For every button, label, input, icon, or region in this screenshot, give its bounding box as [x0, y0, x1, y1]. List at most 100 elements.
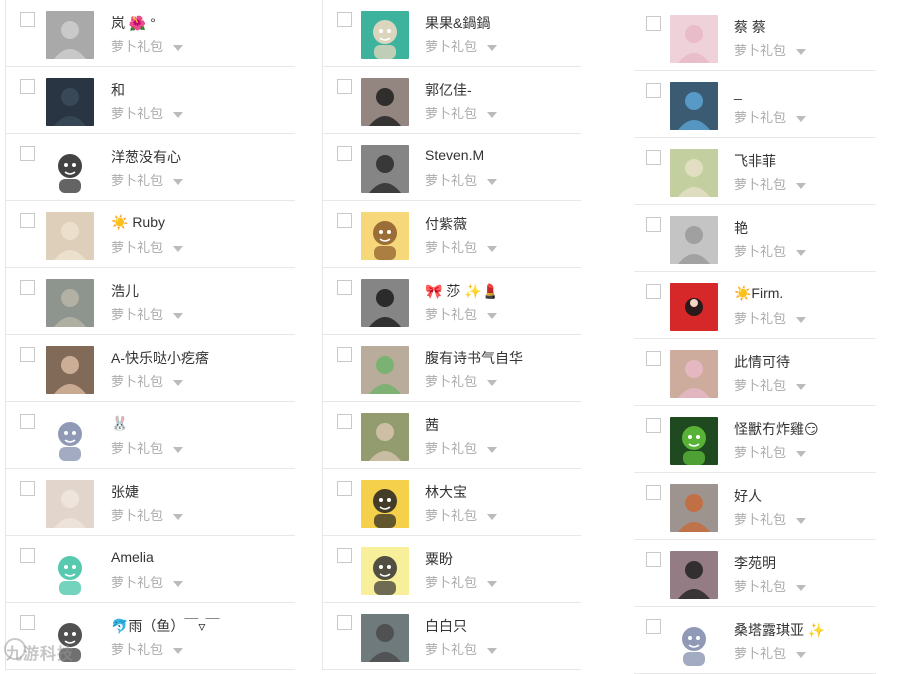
- select-checkbox[interactable]: [20, 481, 35, 496]
- contact-row[interactable]: 郭亿佳- 萝卜礼包: [323, 67, 581, 134]
- contact-row[interactable]: 浩儿 萝卜礼包: [6, 268, 295, 335]
- avatar[interactable]: [46, 11, 94, 59]
- select-checkbox[interactable]: [337, 548, 352, 563]
- contact-row[interactable]: _ 萝卜礼包: [634, 71, 876, 138]
- avatar[interactable]: [670, 15, 718, 63]
- avatar[interactable]: [46, 212, 94, 260]
- avatar[interactable]: [361, 279, 409, 327]
- tag-dropdown[interactable]: 萝卜礼包: [425, 103, 498, 122]
- contact-row[interactable]: 蔡 蔡萝卜礼包: [634, 4, 876, 71]
- select-checkbox[interactable]: [20, 414, 35, 429]
- select-checkbox[interactable]: [337, 615, 352, 630]
- contact-row[interactable]: 洋葱没有心 萝卜礼包: [6, 134, 295, 201]
- contact-row[interactable]: 张婕 萝卜礼包: [6, 469, 295, 536]
- tag-dropdown[interactable]: 萝卜礼包: [111, 237, 184, 256]
- select-checkbox[interactable]: [20, 213, 35, 228]
- contact-row[interactable]: 和萝卜礼包: [6, 67, 295, 134]
- avatar[interactable]: [670, 216, 718, 264]
- tag-dropdown[interactable]: 萝卜礼包: [111, 170, 184, 189]
- avatar[interactable]: [46, 413, 94, 461]
- contact-row[interactable]: 林大宝 萝卜礼包: [323, 469, 581, 536]
- tag-dropdown[interactable]: 萝卜礼包: [734, 576, 807, 595]
- contact-row[interactable]: 粟盼 萝卜礼包: [323, 536, 581, 603]
- tag-dropdown[interactable]: 萝卜礼包: [425, 237, 498, 256]
- contact-row[interactable]: 付紫薇 萝卜礼包: [323, 201, 581, 268]
- tag-dropdown[interactable]: 萝卜礼包: [734, 174, 807, 193]
- select-checkbox[interactable]: [646, 552, 661, 567]
- avatar[interactable]: [361, 145, 409, 193]
- tag-dropdown[interactable]: 萝卜礼包: [425, 639, 498, 658]
- tag-dropdown[interactable]: 萝卜礼包: [425, 572, 498, 591]
- select-checkbox[interactable]: [20, 347, 35, 362]
- tag-dropdown[interactable]: 萝卜礼包: [425, 438, 498, 457]
- contact-row[interactable]: 艳萝卜礼包: [634, 205, 876, 272]
- avatar[interactable]: [670, 350, 718, 398]
- tag-dropdown[interactable]: 萝卜礼包: [734, 643, 807, 662]
- select-checkbox[interactable]: [646, 83, 661, 98]
- select-checkbox[interactable]: [646, 217, 661, 232]
- avatar[interactable]: [670, 149, 718, 197]
- contact-row[interactable]: ☀️Firm. 萝卜礼包: [634, 272, 876, 339]
- contact-row[interactable]: Steven.M 萝卜礼包: [323, 134, 581, 201]
- select-checkbox[interactable]: [337, 12, 352, 27]
- avatar[interactable]: [46, 78, 94, 126]
- tag-dropdown[interactable]: 萝卜礼包: [111, 36, 184, 55]
- tag-dropdown[interactable]: 萝卜礼包: [111, 505, 184, 524]
- avatar[interactable]: [361, 346, 409, 394]
- avatar[interactable]: [361, 11, 409, 59]
- tag-dropdown[interactable]: 萝卜礼包: [734, 40, 807, 59]
- avatar[interactable]: [670, 417, 718, 465]
- tag-dropdown[interactable]: 萝卜礼包: [734, 509, 807, 528]
- select-checkbox[interactable]: [646, 150, 661, 165]
- avatar[interactable]: [670, 484, 718, 532]
- contact-row[interactable]: A-快乐哒小疙瘩 萝卜礼包: [6, 335, 295, 402]
- contact-row[interactable]: 果果&鍋鍋 萝卜礼包: [323, 0, 581, 67]
- select-checkbox[interactable]: [646, 16, 661, 31]
- select-checkbox[interactable]: [646, 418, 661, 433]
- select-checkbox[interactable]: [337, 79, 352, 94]
- select-checkbox[interactable]: [20, 79, 35, 94]
- tag-dropdown[interactable]: 萝卜礼包: [111, 371, 184, 390]
- tag-dropdown[interactable]: 萝卜礼包: [734, 241, 807, 260]
- select-checkbox[interactable]: [646, 485, 661, 500]
- avatar[interactable]: [670, 618, 718, 666]
- tag-dropdown[interactable]: 萝卜礼包: [111, 572, 184, 591]
- select-checkbox[interactable]: [337, 347, 352, 362]
- contact-row[interactable]: 此情可待 萝卜礼包: [634, 339, 876, 406]
- avatar[interactable]: [46, 547, 94, 595]
- tag-dropdown[interactable]: 萝卜礼包: [425, 36, 498, 55]
- avatar[interactable]: [361, 614, 409, 662]
- select-checkbox[interactable]: [646, 284, 661, 299]
- avatar[interactable]: [46, 279, 94, 327]
- select-checkbox[interactable]: [20, 548, 35, 563]
- tag-dropdown[interactable]: 萝卜礼包: [734, 442, 807, 461]
- avatar[interactable]: [361, 78, 409, 126]
- select-checkbox[interactable]: [646, 619, 661, 634]
- tag-dropdown[interactable]: 萝卜礼包: [111, 103, 184, 122]
- avatar[interactable]: [46, 145, 94, 193]
- tag-dropdown[interactable]: 萝卜礼包: [734, 107, 807, 126]
- select-checkbox[interactable]: [20, 280, 35, 295]
- contact-row[interactable]: ☀️ Ruby 萝卜礼包: [6, 201, 295, 268]
- tag-dropdown[interactable]: 萝卜礼包: [734, 308, 807, 327]
- tag-dropdown[interactable]: 萝卜礼包: [425, 304, 498, 323]
- select-checkbox[interactable]: [20, 146, 35, 161]
- avatar[interactable]: [46, 480, 94, 528]
- select-checkbox[interactable]: [337, 414, 352, 429]
- contact-row[interactable]: 白白只 萝卜礼包: [323, 603, 581, 670]
- contact-row[interactable]: 🎀 莎 ✨💄 萝卜礼包: [323, 268, 581, 335]
- tag-dropdown[interactable]: 萝卜礼包: [734, 375, 807, 394]
- select-checkbox[interactable]: [20, 12, 35, 27]
- tag-dropdown[interactable]: 萝卜礼包: [111, 304, 184, 323]
- avatar[interactable]: [670, 82, 718, 130]
- select-checkbox[interactable]: [337, 213, 352, 228]
- avatar[interactable]: [361, 547, 409, 595]
- contact-row[interactable]: 好人 萝卜礼包: [634, 473, 876, 540]
- tag-dropdown[interactable]: 萝卜礼包: [111, 639, 184, 658]
- select-checkbox[interactable]: [337, 280, 352, 295]
- avatar[interactable]: [361, 413, 409, 461]
- contact-row[interactable]: 李苑明 萝卜礼包: [634, 540, 876, 607]
- tag-dropdown[interactable]: 萝卜礼包: [425, 371, 498, 390]
- avatar[interactable]: [670, 283, 718, 331]
- contact-row[interactable]: 茜萝卜礼包: [323, 402, 581, 469]
